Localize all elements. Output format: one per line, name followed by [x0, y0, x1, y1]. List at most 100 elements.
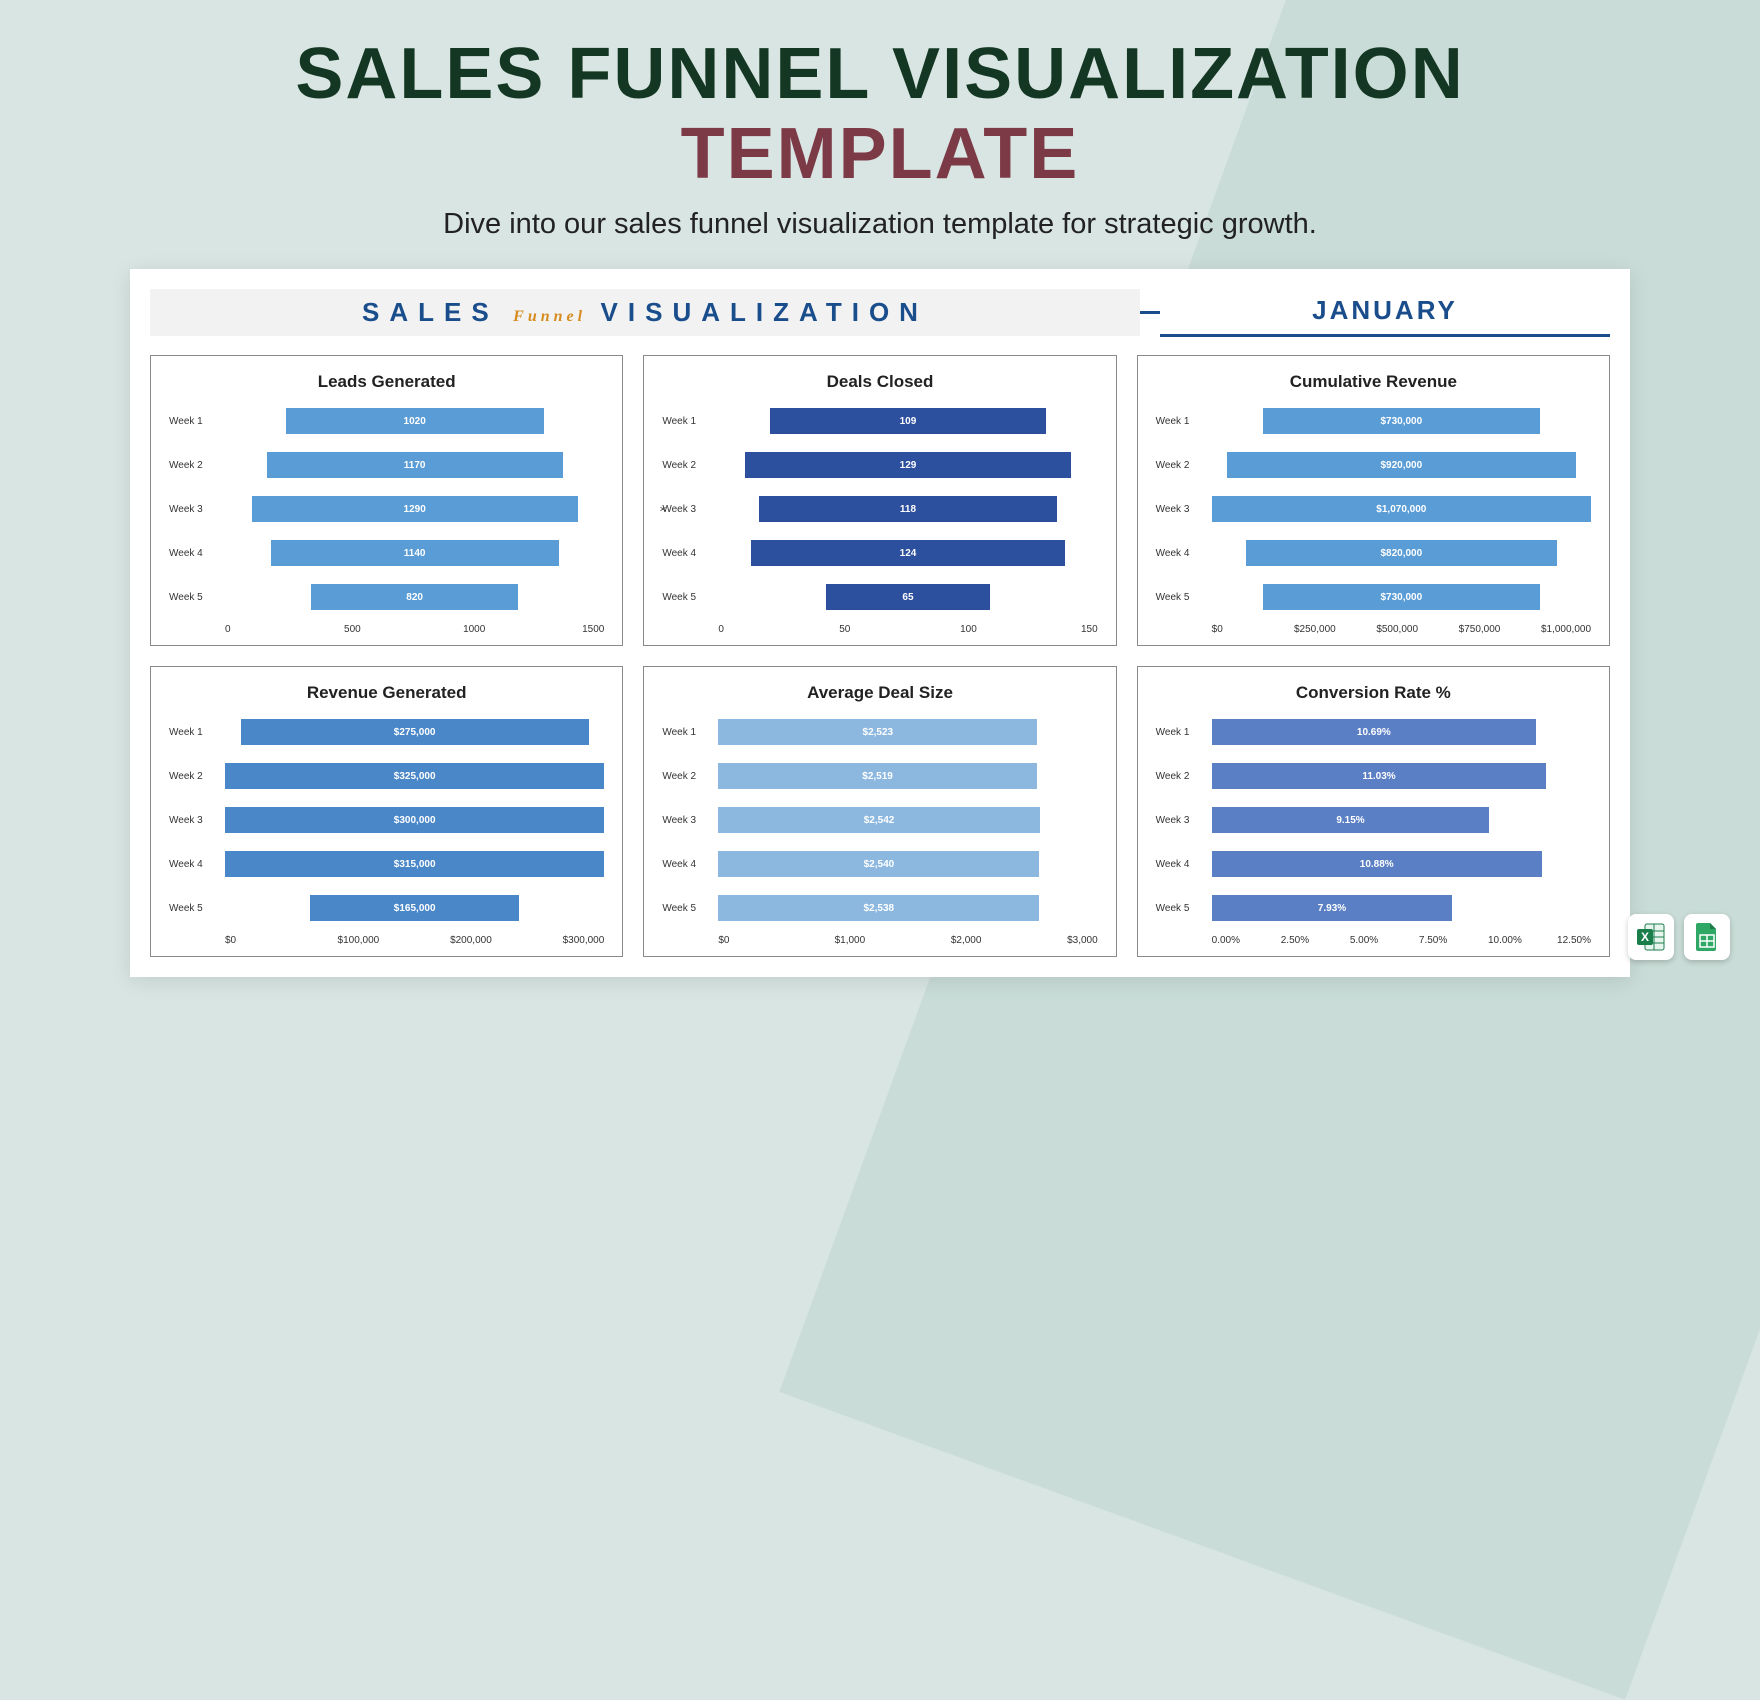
bar-category-label: Week 1: [1156, 727, 1204, 738]
bar-fill: 7.93%: [1212, 895, 1453, 921]
bar-track: $730,000: [1212, 584, 1591, 610]
bars-area: Week 1$275,000Week 2$325,000Week 3$300,0…: [169, 715, 604, 925]
bar-category-label: Week 1: [169, 727, 217, 738]
bar-value: 1170: [404, 460, 426, 471]
bar-track: 10.69%: [1212, 719, 1591, 745]
bar-row: Week 39.15%: [1156, 803, 1591, 837]
bar-track: $820,000: [1212, 540, 1591, 566]
bar-track: $2,540: [718, 851, 1097, 877]
bar-value: 10.88%: [1360, 859, 1394, 870]
bar-category-label: Week 4: [1156, 548, 1204, 559]
bar-fill: 65: [826, 584, 990, 610]
bar-track: $165,000: [225, 895, 604, 921]
bar-category-label: Week 2: [1156, 460, 1204, 471]
bar-row: Week 21170: [169, 448, 604, 482]
bar-fill: $165,000: [310, 895, 519, 921]
bar-value: $325,000: [394, 771, 436, 782]
bar-value: 129: [900, 460, 917, 471]
app-icons: X: [1628, 914, 1730, 960]
x-tick: $1,000,000: [1541, 624, 1591, 635]
bar-track: $920,000: [1212, 452, 1591, 478]
bar-fill: 11.03%: [1212, 763, 1547, 789]
chart-title: Revenue Generated: [169, 683, 604, 703]
x-tick: $500,000: [1376, 624, 1458, 635]
x-tick: 7.50%: [1419, 935, 1488, 946]
bar-track: $275,000: [225, 719, 604, 745]
bar-category-label: Week 4: [169, 548, 217, 559]
chart-card: Conversion Rate %Week 110.69%Week 211.03…: [1137, 666, 1610, 957]
dashboard-title-part1: SALES: [362, 297, 499, 327]
bar-value: $820,000: [1380, 548, 1422, 559]
bar-track: 1020: [225, 408, 604, 434]
chart-title: Average Deal Size: [662, 683, 1097, 703]
bar-category-label: Week 3: [662, 815, 710, 826]
bar-fill: 820: [311, 584, 518, 610]
bar-category-label: Week 5: [662, 592, 710, 603]
bar-row: Week 5 7.93%: [1156, 891, 1591, 925]
bar-value: 65: [902, 592, 913, 603]
bar-track: 109: [718, 408, 1097, 434]
bar-track: 11.03%: [1212, 763, 1591, 789]
bar-fill: $300,000: [225, 807, 604, 833]
bar-fill: $275,000: [241, 719, 589, 745]
bar-row: Week 1 1020: [169, 404, 604, 438]
bar-track: 820: [225, 584, 604, 610]
bar-row: Week 4124: [662, 536, 1097, 570]
bar-value: 124: [900, 548, 917, 559]
bar-category-label: Week 3: [169, 504, 217, 515]
subtitle: Dive into our sales funnel visualization…: [0, 208, 1760, 241]
bar-fill: $820,000: [1246, 540, 1557, 566]
bar-category-label: Week 1: [169, 416, 217, 427]
bar-fill: 124: [751, 540, 1065, 566]
x-tick: 50: [839, 624, 960, 635]
bar-track: 124: [718, 540, 1097, 566]
chart-card: Average Deal SizeWeek 1$2,523Week 2$2,51…: [643, 666, 1116, 957]
bar-value: $2,540: [864, 859, 895, 870]
bars-area: Week 1 10.69% Week 2 11.03% Week 39.15% Week …: [1156, 715, 1591, 925]
excel-icon: X: [1628, 914, 1674, 960]
x-tick: 150: [1081, 624, 1098, 635]
bar-row: Week 2 129: [662, 448, 1097, 482]
bar-category-label: Week 2: [169, 771, 217, 782]
dashboard-title-part2: VISUALIZATION: [601, 297, 928, 327]
bar-fill: $2,523: [718, 719, 1037, 745]
bar-category-label: Week 2: [662, 460, 710, 471]
bar-category-label: Week 4: [169, 859, 217, 870]
x-tick: 12.50%: [1557, 935, 1591, 946]
x-tick: 0: [225, 624, 344, 635]
bar-category-label: Week 1: [662, 727, 710, 738]
chart-card: Leads Generated Week 1 1020 Week 21170 Week …: [150, 355, 623, 646]
bar-track: $1,070,000: [1212, 496, 1591, 522]
x-tick: 5.00%: [1350, 935, 1419, 946]
bar-category-label: Week 1: [1156, 416, 1204, 427]
bar-category-label: Week 5: [1156, 903, 1204, 914]
bar-row: Week 2 11.03%: [1156, 759, 1591, 793]
bar-category-label: Week 1: [662, 416, 710, 427]
bar-value: 9.15%: [1336, 815, 1364, 826]
bar-row: Week 5 65: [662, 580, 1097, 614]
bar-track: $2,538: [718, 895, 1097, 921]
chart-title: Leads Generated: [169, 372, 604, 392]
bar-fill: $920,000: [1227, 452, 1576, 478]
bar-value: 820: [406, 592, 423, 603]
bar-row: Week 1 109: [662, 404, 1097, 438]
bar-category-label: Week 4: [662, 859, 710, 870]
bar-value: $275,000: [394, 727, 436, 738]
bar-track: 7.93%: [1212, 895, 1591, 921]
dashboard-title-wrap: SALES Funnel VISUALIZATION: [150, 289, 1140, 336]
x-tick: 500: [344, 624, 463, 635]
x-tick: $0: [1212, 624, 1294, 635]
bar-track: $315,000: [225, 851, 604, 877]
bar-value: 1290: [404, 504, 426, 515]
bar-row: Week 4 $820,000: [1156, 536, 1591, 570]
bar-row: Week 41140: [169, 536, 604, 570]
bar-category-label: Week 2: [1156, 771, 1204, 782]
bar-value: $730,000: [1380, 416, 1422, 427]
bar-row: Week 2 $325,000: [169, 759, 604, 793]
bar-row: Week 1 10.69%: [1156, 715, 1591, 749]
bar-row: Week 3118: [662, 492, 1097, 526]
bar-value: $2,538: [863, 903, 894, 914]
x-tick: $250,000: [1294, 624, 1376, 635]
bar-value: 1020: [404, 416, 426, 427]
x-tick: 1500: [582, 624, 604, 635]
